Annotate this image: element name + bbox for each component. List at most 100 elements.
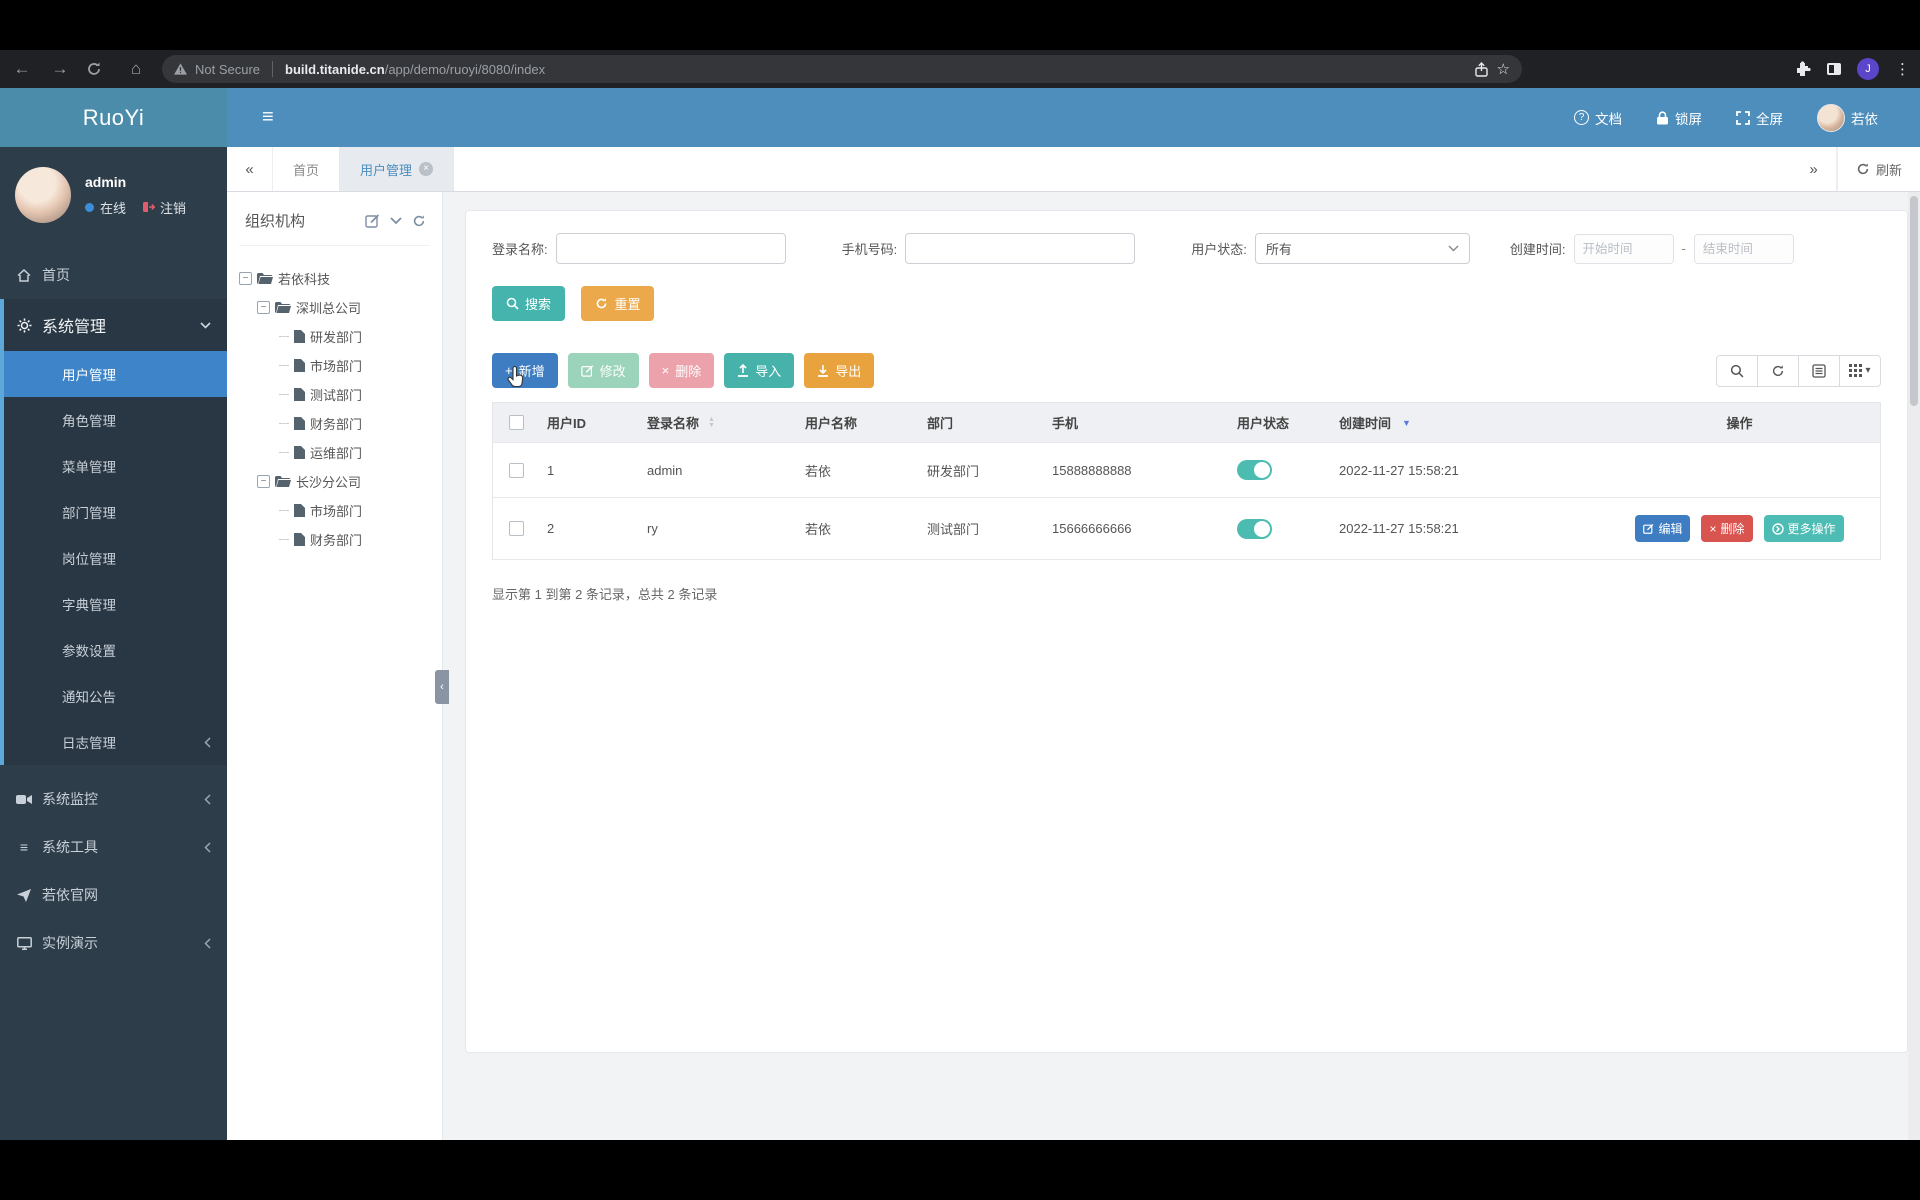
app-logo[interactable]: RuoYi [0, 88, 227, 147]
tab-close-icon[interactable]: × [419, 162, 434, 176]
browser-forward-button[interactable]: → [48, 59, 72, 79]
login-name-input[interactable] [555, 233, 786, 264]
sidebar-item-home[interactable]: 首页 [0, 251, 227, 299]
table-view-controls: ▾ [1716, 354, 1881, 387]
cell-user-name: 若依 [805, 463, 832, 479]
fullscreen-label: 全屏 [1756, 111, 1783, 127]
header-docs-link[interactable]: ? 文档 [1574, 108, 1622, 128]
row-edit-button[interactable]: 编辑 [1635, 515, 1691, 542]
search-button[interactable]: 搜索 [492, 286, 566, 321]
tree-node-dept[interactable]: 测试部门 [239, 380, 430, 409]
tabs-scroll-left[interactable]: « [227, 147, 273, 191]
collapse-icon[interactable]: − [257, 475, 270, 488]
row-checkbox[interactable] [508, 462, 524, 478]
sidebar-item-website[interactable]: 若依官网 [0, 871, 227, 919]
address-bar[interactable]: Not Secure build.titanide.cn/app/demo/ru… [162, 55, 1522, 83]
sidebar-item-tools[interactable]: ≡ 系统工具 [0, 823, 227, 871]
sidebar-item-notice[interactable]: 通知公告 [4, 673, 227, 719]
start-time-input[interactable] [1573, 233, 1674, 264]
logout-link[interactable]: 注销 [142, 198, 186, 217]
reset-button[interactable]: 重置 [581, 286, 655, 321]
sidebar-item-dept-mgmt[interactable]: 部门管理 [4, 489, 227, 535]
cell-created-time: 2022-11-27 15:58:21 [1339, 521, 1459, 536]
sidebar-item-menu-mgmt[interactable]: 菜单管理 [4, 443, 227, 489]
chevron-down-icon[interactable] [390, 216, 402, 225]
table-columns-button[interactable]: ▾ [1839, 354, 1881, 387]
sort-icon[interactable]: ▲ ▼ [708, 416, 715, 429]
browser-back-button[interactable]: ← [10, 59, 34, 79]
tree-node-dept[interactable]: 研发部门 [239, 322, 430, 351]
row-checkbox[interactable] [508, 521, 524, 536]
tree-node-dept[interactable]: 市场部门 [239, 351, 430, 380]
table-row[interactable]: 2 ry 若依 测试部门 15666666666 2022-11-27 15:5… [493, 498, 1880, 560]
collapse-icon[interactable]: − [239, 272, 252, 285]
user-status-select[interactable]: 所有 [1254, 233, 1470, 264]
browser-menu-icon[interactable]: ⋮ [1895, 60, 1910, 78]
home-icon [16, 268, 32, 282]
browser-reload-button[interactable] [86, 61, 110, 77]
tabs-scroll-right[interactable]: » [1791, 147, 1837, 191]
extensions-puzzle-icon[interactable] [1794, 60, 1811, 78]
end-time-input[interactable] [1693, 233, 1794, 264]
tree-node-dept[interactable]: 财务部门 [239, 525, 430, 554]
tree-node-dept[interactable]: 财务部门 [239, 409, 430, 438]
table-search-toggle[interactable] [1716, 354, 1758, 387]
sidebar-item-demo[interactable]: 实例演示 [0, 919, 227, 967]
header-lock-screen[interactable]: 锁屏 [1656, 108, 1702, 128]
sidebar-toggle-icon[interactable]: ≡ [262, 106, 274, 129]
user-avatar[interactable] [15, 167, 71, 223]
sidebar-item-monitor[interactable]: 系统监控 [0, 775, 227, 823]
sidebar-item-system-mgmt[interactable]: 系统管理 [4, 299, 227, 351]
tree-node-dept[interactable]: 运维部门 [239, 438, 430, 467]
sidebar-item-log-mgmt[interactable]: 日志管理 [4, 719, 227, 765]
logout-label: 注销 [160, 200, 187, 216]
col-login-name[interactable]: 登录名称 ▲ ▼ [639, 403, 797, 442]
sidebar-item-param-config[interactable]: 参数设置 [4, 627, 227, 673]
omnibox-divider [272, 61, 274, 77]
table-refresh-button[interactable] [1757, 354, 1799, 387]
table-detail-view-button[interactable] [1798, 354, 1840, 387]
edit-icon[interactable] [365, 213, 380, 228]
table-row[interactable]: 1 admin 若依 研发部门 15888888888 2022-11-27 1… [493, 443, 1880, 498]
folder-open-icon [275, 475, 291, 487]
sidebar-item-user-mgmt[interactable]: 用户管理 [4, 351, 227, 397]
col-user-name: 用户名称 [805, 416, 858, 431]
sort-desc-icon[interactable]: ▼ [1402, 418, 1411, 428]
chevron-left-icon [204, 841, 211, 853]
scrollbar-track[interactable] [1908, 192, 1920, 1140]
side-panel-icon[interactable] [1827, 63, 1841, 75]
export-button[interactable]: 导出 [804, 353, 875, 388]
status-toggle-on[interactable] [1237, 460, 1272, 480]
browser-home-button[interactable]: ⌂ [124, 59, 148, 79]
import-button[interactable]: 导入 [724, 353, 795, 388]
bookmark-star-icon[interactable]: ☆ [1497, 60, 1510, 78]
tree-node-company2[interactable]: − 长沙分公司 [239, 467, 430, 496]
header-user-menu[interactable]: 若依 [1817, 103, 1878, 132]
edit-button[interactable]: 修改 [567, 353, 639, 388]
tree-node-dept[interactable]: 市场部门 [239, 496, 430, 525]
delete-button[interactable]: × 删除 [648, 353, 715, 388]
refresh-icon[interactable] [412, 214, 426, 228]
panel-collapse-handle[interactable]: ‹ [435, 670, 449, 704]
collapse-icon[interactable]: − [257, 301, 270, 314]
tab-home[interactable]: 首页 [273, 147, 341, 191]
header-fullscreen[interactable]: 全屏 [1736, 108, 1783, 128]
tree-node-label: 市场部门 [310, 504, 363, 519]
row-delete-button[interactable]: × 删除 [1701, 515, 1753, 542]
share-icon[interactable] [1474, 61, 1489, 77]
select-all-checkbox[interactable] [508, 415, 524, 430]
file-icon [294, 330, 305, 343]
phone-input[interactable] [905, 233, 1136, 264]
row-more-button[interactable]: 更多操作 [1763, 515, 1844, 542]
status-toggle-on[interactable] [1237, 518, 1272, 539]
browser-profile-avatar[interactable]: J [1857, 58, 1879, 80]
tree-node-root[interactable]: − 若依科技 [239, 264, 430, 293]
sidebar-item-role-mgmt[interactable]: 角色管理 [4, 397, 227, 443]
scrollbar-thumb[interactable] [1910, 196, 1918, 406]
tree-node-company1[interactable]: − 深圳总公司 [239, 293, 430, 322]
sidebar-item-post-mgmt[interactable]: 岗位管理 [4, 535, 227, 581]
tab-user-mgmt[interactable]: 用户管理 × [340, 147, 455, 191]
col-created-time[interactable]: 创建时间 ▼ [1331, 403, 1599, 442]
sidebar-item-dict-mgmt[interactable]: 字典管理 [4, 581, 227, 627]
tab-refresh-button[interactable]: 刷新 [1836, 147, 1920, 191]
